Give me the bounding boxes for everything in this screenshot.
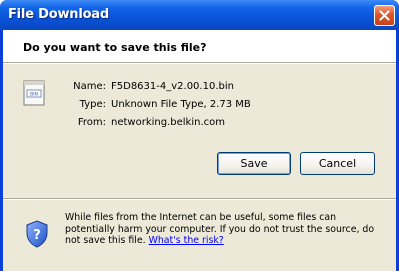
from-label: From: — [77, 117, 106, 128]
dialog-body: Do you want to save this file? BIN Name:… — [3, 30, 396, 271]
svg-text:?: ? — [33, 228, 41, 243]
close-button[interactable] — [374, 5, 395, 26]
question-header: Do you want to save this file? — [3, 30, 396, 62]
file-type-value: Unknown File Type, 2.73 MB — [111, 99, 251, 110]
file-name-value: F5D8631-4_v2.00.10.bin — [111, 81, 234, 92]
cancel-button[interactable]: Cancel — [300, 152, 375, 175]
save-button[interactable]: Save — [217, 152, 291, 175]
svg-text:BIN: BIN — [30, 92, 38, 98]
type-label: Type: — [79, 99, 106, 110]
save-button-label: Save — [240, 157, 268, 170]
file-source-value: networking.belkin.com — [111, 117, 225, 128]
shield-question-icon: ? — [26, 220, 48, 248]
divider — [3, 198, 396, 200]
cancel-button-label: Cancel — [318, 157, 357, 170]
window-title: File Download — [8, 7, 109, 22]
close-icon — [379, 10, 390, 21]
divider — [3, 62, 396, 64]
file-download-dialog: File Download Do you want to save this f… — [0, 0, 399, 271]
whats-the-risk-link[interactable]: What's the risk? — [149, 235, 224, 246]
title-bar[interactable]: File Download — [0, 0, 399, 30]
file-icon: BIN — [23, 80, 45, 106]
security-warning: While files from the Internet can be use… — [65, 212, 387, 247]
question-text: Do you want to save this file? — [23, 41, 207, 54]
name-label: Name: — [73, 81, 106, 92]
